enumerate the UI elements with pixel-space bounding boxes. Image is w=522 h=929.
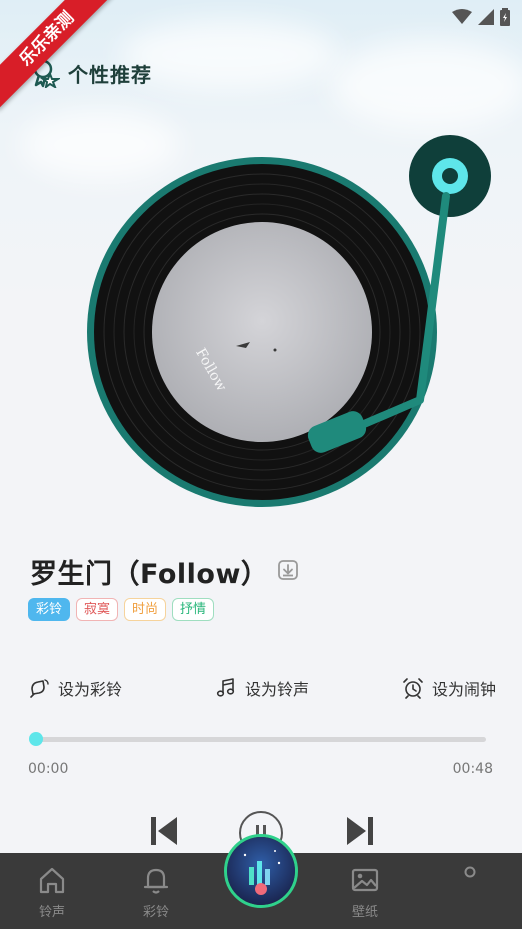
alarm-clock-icon [403, 678, 423, 699]
tab-profile[interactable] [430, 853, 510, 929]
battery-icon [500, 8, 510, 26]
tag-lonely[interactable]: 寂寞 [76, 598, 119, 621]
ringtone-broadcast-icon [30, 679, 49, 698]
current-time: 00:00 [28, 761, 69, 777]
profile-icon [464, 866, 476, 878]
song-title-row: 罗生门（Follow） [30, 552, 268, 591]
set-as-actions: 设为彩铃 设为铃声 设为闹钟 [28, 676, 496, 700]
tag-fashion[interactable]: 时尚 [124, 598, 167, 621]
next-track-icon[interactable] [346, 816, 374, 846]
tag-caling[interactable]: 彩铃 [28, 598, 71, 621]
center-album-button[interactable] [224, 834, 298, 908]
set-alarm-button[interactable]: 设为闹钟 [402, 676, 496, 700]
signal-icon [478, 9, 494, 25]
set-ringtone-button[interactable]: 设为铃声 [215, 676, 309, 700]
music-note-icon [216, 678, 235, 697]
debug-ribbon-label: 乐乐亲测 [0, 0, 118, 110]
download-icon[interactable] [277, 559, 299, 581]
center-album-icon [227, 837, 295, 905]
set-caling-label: 设为彩铃 [58, 680, 123, 699]
wifi-icon [452, 9, 472, 24]
home-icon [39, 867, 65, 894]
tab-wallpaper-label: 壁纸 [351, 905, 378, 920]
tab-caling-label: 彩铃 [142, 905, 169, 920]
tab-caling[interactable]: 彩铃 [116, 853, 196, 929]
tab-ringtones[interactable]: 铃声 [12, 853, 92, 929]
image-icon [351, 868, 379, 892]
song-title: 罗生门（Follow） [30, 559, 269, 590]
vinyl-record-player[interactable]: Follow [0, 120, 522, 520]
debug-ribbon: 乐乐亲测 [0, 0, 120, 120]
set-caling-button[interactable]: 设为彩铃 [28, 676, 122, 700]
status-bar [452, 8, 510, 26]
song-tags: 彩铃 寂寞 时尚 抒情 [28, 598, 215, 621]
previous-track-icon[interactable] [150, 816, 178, 846]
tag-lyrical[interactable]: 抒情 [172, 598, 215, 621]
progress-track[interactable] [36, 737, 486, 742]
set-alarm-label: 设为闹钟 [431, 680, 496, 699]
vinyl-disc: Follow [87, 157, 437, 507]
set-ringtone-label: 设为铃声 [244, 680, 309, 699]
tab-ringtones-label: 铃声 [38, 905, 65, 920]
tab-wallpaper[interactable]: 壁纸 [325, 853, 405, 929]
total-time: 00:48 [452, 761, 493, 777]
progress-knob[interactable] [29, 732, 43, 746]
bell-icon [143, 868, 169, 894]
